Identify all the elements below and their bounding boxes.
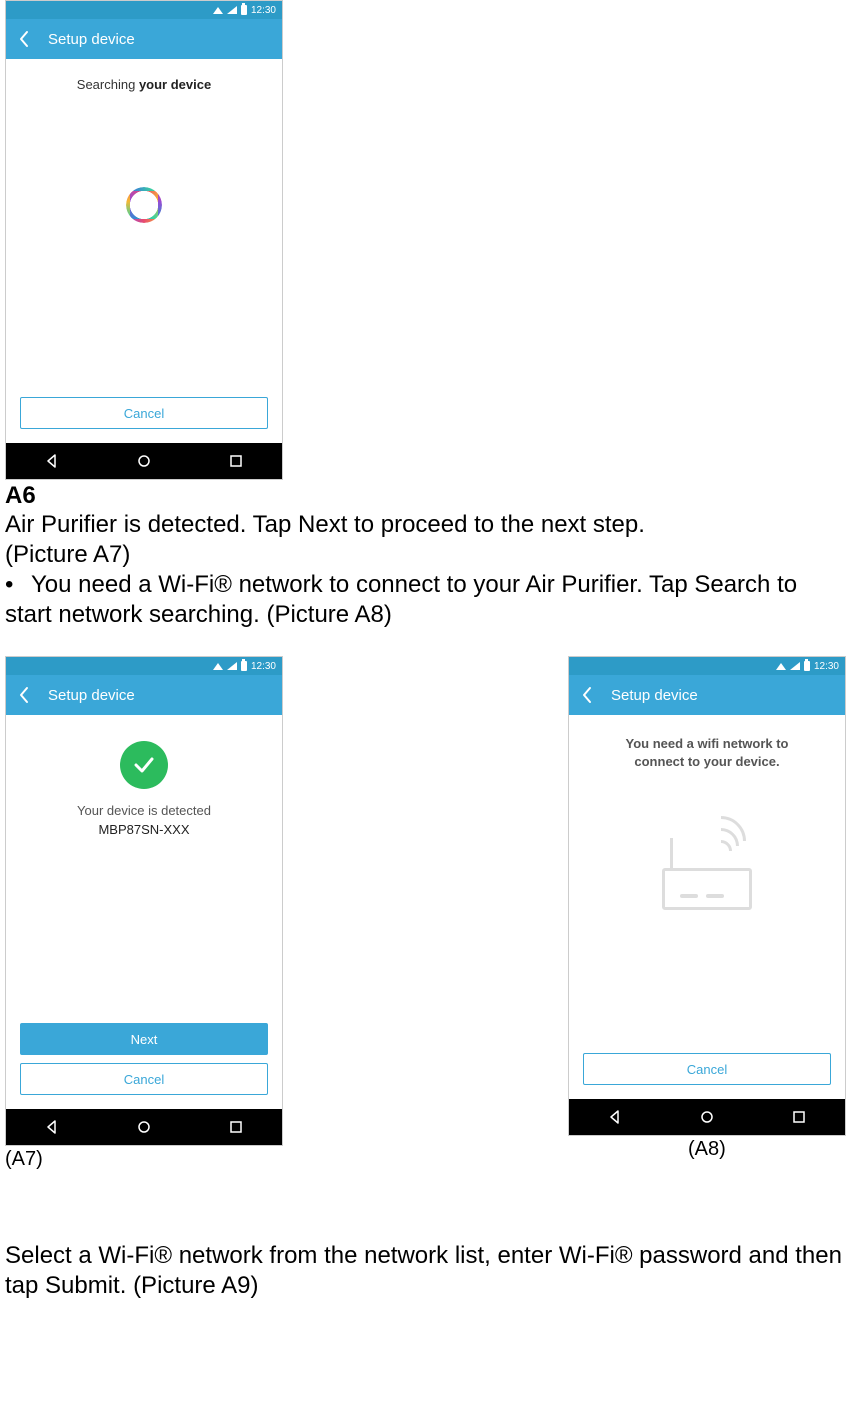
back-button[interactable] [6,675,42,715]
button-area: Cancel [6,389,282,443]
nav-recent-icon[interactable] [228,453,244,469]
signal-triangle-icon [213,663,223,670]
column-a7: 12:30 Setup device Your device is detect… [5,656,283,1171]
bullet-text: You need a Wi-Fi® network to connect to … [5,571,797,628]
cancel-button[interactable]: Cancel [583,1053,831,1085]
battery-icon [804,661,810,671]
chevron-left-icon [18,30,30,48]
status-time: 12:30 [814,661,839,672]
button-area: Cancel [569,1045,845,1099]
wifi-msg-line2: connect to your device. [634,754,779,769]
back-button[interactable] [569,675,605,715]
nav-back-icon[interactable] [44,453,60,469]
app-bar-title: Setup device [42,687,282,704]
app-bar: Setup device [6,19,282,59]
app-bar-title: Setup device [42,31,282,48]
battery-icon [241,661,247,671]
button-area: Next Cancel [6,1015,282,1109]
app-bar: Setup device [6,675,282,715]
cancel-button[interactable]: Cancel [20,397,268,429]
router-illustration-wrap [652,770,762,1045]
status-bar: 12:30 [6,1,282,19]
instruction-bullets: •You need a Wi-Fi® network to connect to… [5,570,847,630]
loading-spinner-icon [126,187,162,223]
cell-signal-icon [790,662,800,670]
column-a8: 12:30 Setup device You need a wifi netwo… [568,656,846,1161]
wifi-message: You need a wifi network to connect to yo… [598,735,817,770]
status-time: 12:30 [251,661,276,672]
nav-home-icon[interactable] [136,453,152,469]
signal-triangle-icon [213,7,223,14]
figure-label-a6: A6 [5,482,851,510]
wifi-msg-line1: You need a wifi network to [626,736,789,751]
searching-prefix: Searching [77,77,139,92]
cell-signal-icon [227,6,237,14]
instruction-para-1-line1: Air Purifier is detected. Tap Next to pr… [5,510,847,540]
nav-home-icon[interactable] [136,1119,152,1135]
cancel-button[interactable]: Cancel [20,1063,268,1095]
nav-recent-icon[interactable] [228,1119,244,1135]
app-bar: Setup device [569,675,845,715]
success-check-icon [120,741,168,789]
chevron-left-icon [581,686,593,704]
searching-bold: your device [139,77,211,92]
caption-a7: (A7) [5,1148,283,1171]
status-bar: 12:30 [569,657,845,675]
caption-a8: (A8) [568,1138,846,1161]
nav-home-icon[interactable] [699,1109,715,1125]
android-nav-bar [6,443,282,479]
nav-recent-icon[interactable] [791,1109,807,1125]
spinner-container [6,92,282,389]
android-nav-bar [569,1099,845,1135]
app-bar-title: Setup device [605,687,845,704]
battery-icon [241,5,247,15]
next-button[interactable]: Next [20,1023,268,1055]
status-time: 12:30 [251,5,276,16]
nav-back-icon[interactable] [607,1109,623,1125]
content-area: Searching your device Cancel [6,59,282,443]
instruction-para-1-line2: (Picture A7) [5,540,847,570]
phone-screenshot-a7: 12:30 Setup device Your device is detect… [5,656,283,1146]
phone-screenshot-a8: 12:30 Setup device You need a wifi netwo… [568,656,846,1136]
content-area: Your device is detected MBP87SN-XXX Next… [6,715,282,1109]
chevron-left-icon [18,686,30,704]
phone-screenshot-a6: 12:30 Setup device Searching your device… [5,0,283,480]
back-button[interactable] [6,19,42,59]
searching-text: Searching your device [6,77,282,92]
device-id: MBP87SN-XXX [98,822,189,837]
status-bar: 12:30 [6,657,282,675]
signal-triangle-icon [776,663,786,670]
router-icon [652,810,762,910]
nav-back-icon[interactable] [44,1119,60,1135]
detected-text: Your device is detected [77,803,211,818]
instruction-para-2: Select a Wi-Fi® network from the network… [5,1241,847,1301]
screenshot-row: 12:30 Setup device Your device is detect… [5,656,846,1171]
instruction-bullet-1: •You need a Wi-Fi® network to connect to… [5,570,847,630]
android-nav-bar [6,1109,282,1145]
content-area: You need a wifi network to connect to yo… [569,715,845,1099]
cell-signal-icon [227,662,237,670]
